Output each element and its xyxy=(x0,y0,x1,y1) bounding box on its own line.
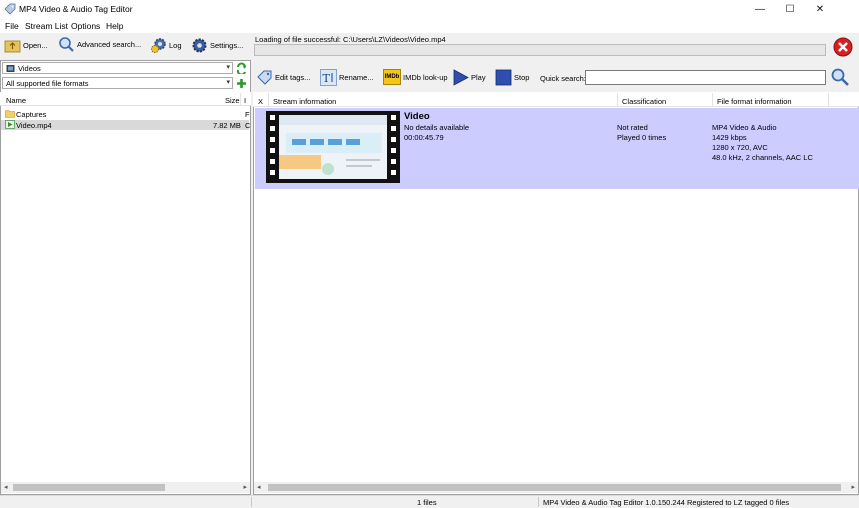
stream-title: Video xyxy=(404,111,430,122)
menu-stream-list[interactable]: Stream List xyxy=(25,21,68,31)
column-x[interactable]: X xyxy=(258,97,263,106)
load-status-text: Loading of file successful: C:\Users\LZ\… xyxy=(255,35,446,44)
column-divider xyxy=(712,93,713,107)
column-size[interactable]: Size xyxy=(225,96,240,105)
status-divider xyxy=(538,497,539,507)
list-item[interactable]: Video.mp4 7.82 MB C xyxy=(1,120,251,130)
item-name: Captures xyxy=(16,110,47,119)
column-classification[interactable]: Classification xyxy=(622,97,666,106)
menu-bar xyxy=(0,19,859,33)
log-label: Log xyxy=(169,41,182,50)
menu-file[interactable]: File xyxy=(5,21,19,31)
right-horizontal-scrollbar[interactable]: ◂ ▸ xyxy=(254,482,858,493)
log-button[interactable]: Log xyxy=(150,37,182,54)
item-extra: C xyxy=(245,121,251,130)
status-divider xyxy=(251,497,252,507)
open-folder-icon xyxy=(4,40,21,53)
left-horizontal-scrollbar[interactable]: ◂ ▸ xyxy=(1,482,250,493)
scroll-right-icon[interactable]: ▸ xyxy=(243,483,247,491)
text-rename-icon: T xyxy=(320,69,337,86)
menu-help[interactable]: Help xyxy=(106,21,123,31)
file-count-text: 1 files xyxy=(417,498,437,507)
folder-combo[interactable]: Videos ▾ xyxy=(2,62,233,74)
video-file-icon xyxy=(5,120,15,129)
imdb-logo-icon: IMDb xyxy=(383,69,401,85)
settings-gear-icon xyxy=(192,38,207,53)
format-text: MP4 Video & Audio xyxy=(712,123,777,132)
stop-button[interactable]: Stop xyxy=(495,69,529,86)
resolution-text: 1280 x 720, AVC xyxy=(712,143,768,152)
search-icon[interactable] xyxy=(830,67,850,87)
svg-text:T: T xyxy=(323,72,331,85)
settings-label: Settings... xyxy=(210,41,244,50)
close-window-button[interactable]: ✕ xyxy=(806,0,834,19)
scroll-thumb[interactable] xyxy=(13,484,165,491)
magnifier-icon xyxy=(59,37,74,52)
play-count-text: Played 0 times xyxy=(617,133,667,142)
stop-icon xyxy=(495,69,512,86)
item-name: Video.mp4 xyxy=(16,121,52,130)
cancel-operation-icon[interactable] xyxy=(833,37,853,57)
progress-bar xyxy=(254,44,826,56)
folder-icon xyxy=(5,110,15,118)
window-title: MP4 Video & Audio Tag Editor xyxy=(19,4,133,14)
file-list-header xyxy=(0,92,251,106)
video-thumbnail-icon xyxy=(266,111,400,183)
list-item[interactable]: Captures F xyxy=(1,109,250,119)
play-button[interactable]: Play xyxy=(452,69,486,86)
column-extra[interactable]: I xyxy=(244,96,246,105)
play-icon xyxy=(453,69,469,86)
format-filter-value: All supported file formats xyxy=(6,78,89,88)
stream-details: No details available xyxy=(404,123,470,132)
open-button[interactable]: Open... xyxy=(4,37,48,54)
column-divider xyxy=(617,93,618,107)
open-label: Open... xyxy=(23,41,48,50)
maximize-button[interactable]: ☐ xyxy=(776,0,804,19)
column-divider xyxy=(268,93,269,107)
imdb-lookup-button[interactable]: IMDb IMDb look-up xyxy=(383,69,448,85)
scroll-thumb[interactable] xyxy=(268,484,841,491)
app-info-text: MP4 Video & Audio Tag Editor 1.0.150.244… xyxy=(543,498,790,507)
refresh-icon[interactable] xyxy=(236,62,247,74)
play-label: Play xyxy=(471,73,486,82)
bitrate-text: 1429 kbps xyxy=(712,133,747,142)
quick-search-input[interactable] xyxy=(585,70,826,85)
videos-folder-icon xyxy=(6,64,15,72)
column-stream-info[interactable]: Stream information xyxy=(273,97,336,106)
settings-button[interactable]: Settings... xyxy=(191,37,243,54)
advanced-search-button[interactable]: Advanced search... xyxy=(58,36,141,53)
stream-duration: 00:00:45.79 xyxy=(404,133,444,142)
rename-label: Rename... xyxy=(339,73,374,82)
format-filter-combo[interactable]: All supported file formats ▾ xyxy=(2,77,233,89)
rating-text: Not rated xyxy=(617,123,648,132)
tag-icon xyxy=(257,70,272,85)
item-size: 7.82 MB xyxy=(213,121,241,130)
scroll-left-icon[interactable]: ◂ xyxy=(4,483,8,491)
item-extra: F xyxy=(245,110,250,119)
menu-options[interactable]: Options xyxy=(71,21,100,31)
imdb-lookup-label: IMDb look-up xyxy=(403,72,448,82)
add-icon[interactable] xyxy=(236,78,247,89)
folder-combo-value: Videos xyxy=(18,63,41,73)
scroll-left-icon[interactable]: ◂ xyxy=(257,483,261,491)
minimize-button[interactable]: — xyxy=(746,0,774,19)
column-file-format[interactable]: File format information xyxy=(717,97,792,106)
column-divider xyxy=(828,93,829,107)
gears-icon xyxy=(151,38,166,53)
quick-search-label: Quick search: xyxy=(540,74,586,83)
scroll-right-icon[interactable]: ▸ xyxy=(851,483,855,491)
chevron-down-icon: ▾ xyxy=(226,79,230,86)
column-name[interactable]: Name xyxy=(6,96,26,105)
audio-text: 48.0 kHz, 2 channels, AAC LC xyxy=(712,153,813,162)
app-tag-icon xyxy=(4,3,16,15)
edit-tags-button[interactable]: Edit tags... xyxy=(256,69,310,86)
edit-tags-label: Edit tags... xyxy=(275,73,311,82)
stop-label: Stop xyxy=(514,73,530,82)
column-divider xyxy=(240,93,241,106)
rename-button[interactable]: T Rename... xyxy=(320,69,374,86)
advanced-search-label: Advanced search... xyxy=(77,40,142,49)
chevron-down-icon: ▾ xyxy=(226,64,230,71)
